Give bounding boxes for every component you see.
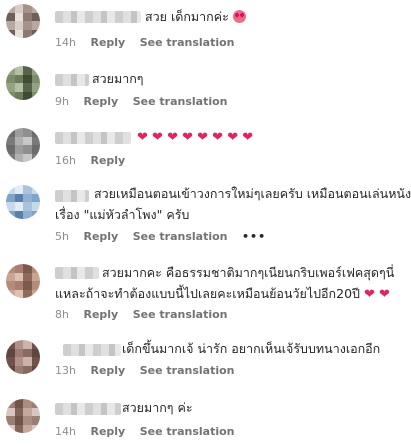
avatar-pixel xyxy=(31,29,40,38)
see-translation-link[interactable]: See translation xyxy=(140,364,235,377)
heart-emoji-icon: ❤ xyxy=(167,130,183,145)
heart-emoji-icon: ❤ xyxy=(212,130,228,145)
comment-text-line-2: เรื่อง "แม่หัวลำโพง" ครับ xyxy=(55,207,190,222)
reply-button[interactable]: Reply xyxy=(90,364,125,377)
comment-text-line-1: สวยมากคะ คือธรรมชาติมากๆเนียนกริบเพอร์เฟ… xyxy=(102,265,395,280)
reply-button[interactable]: Reply xyxy=(90,154,125,167)
heart-emoji-icon: ❤ xyxy=(182,130,198,145)
hearts-row: ❤ ❤ ❤ ❤ ❤ ❤ ❤ ❤ xyxy=(137,126,253,148)
reply-button[interactable]: Reply xyxy=(83,308,118,321)
heart-eyes-emoji-icon xyxy=(232,10,246,23)
avatar[interactable] xyxy=(6,340,40,374)
see-translation-link[interactable]: See translation xyxy=(133,308,228,321)
comment-text: สวยมากๆ xyxy=(92,71,144,86)
comment-time: 8h xyxy=(55,308,69,321)
avatar[interactable] xyxy=(6,66,40,100)
hearts-inline: ❤ ❤ xyxy=(363,286,390,302)
heart-emoji-icon: ❤ xyxy=(137,130,153,145)
see-translation-link[interactable]: See translation xyxy=(140,36,235,49)
heart-emoji-icon: ❤ xyxy=(363,287,379,302)
comment-time: 13h xyxy=(55,364,76,377)
heart-emoji-icon: ❤ xyxy=(378,287,390,302)
avatar[interactable] xyxy=(6,264,40,298)
reply-button[interactable]: Reply xyxy=(83,95,118,108)
reply-button[interactable]: Reply xyxy=(90,425,125,438)
username-blurred[interactable] xyxy=(55,267,99,279)
username-blurred[interactable] xyxy=(55,190,89,202)
more-options-icon[interactable]: ••• xyxy=(242,230,266,243)
avatar-pixel xyxy=(31,91,40,100)
username-blurred[interactable] xyxy=(55,11,141,23)
heart-emoji-icon: ❤ xyxy=(227,130,243,145)
heart-emoji-icon: ❤ xyxy=(152,130,168,145)
avatar[interactable] xyxy=(6,399,40,433)
username-blurred[interactable] xyxy=(55,403,121,415)
username-blurred[interactable] xyxy=(55,132,131,144)
username-blurred[interactable] xyxy=(55,74,89,86)
comment-time: 9h xyxy=(55,95,69,108)
comment-time: 5h xyxy=(55,230,69,243)
comment-text-line-2: แหละถ้าจะทำต้องแบบนี้ไปเลยคะเหมือนย้อนวั… xyxy=(55,286,360,301)
see-translation-link[interactable]: See translation xyxy=(133,230,228,243)
avatar[interactable] xyxy=(6,128,40,162)
avatar[interactable] xyxy=(6,185,40,219)
reply-button[interactable]: Reply xyxy=(83,230,118,243)
comment-text: สวย เด็กมากค่ะ xyxy=(145,9,229,24)
avatar-pixel xyxy=(31,289,40,298)
username-blurred[interactable] xyxy=(63,344,121,356)
see-translation-link[interactable]: See translation xyxy=(140,425,235,438)
avatar-pixel xyxy=(31,153,40,162)
avatar-pixel xyxy=(31,210,40,219)
comment-time: 14h xyxy=(55,425,76,438)
comment-text-line-1: สวยเหมือนตอนเข้าวงการใหม่ๆเลยครับ เหมือน… xyxy=(94,186,411,201)
comment-text: สวยมากๆ ค่ะ xyxy=(122,400,193,415)
avatar-pixel xyxy=(31,424,40,433)
see-translation-link[interactable]: See translation xyxy=(133,95,228,108)
heart-emoji-icon: ❤ xyxy=(242,130,254,145)
comment-time: 16h xyxy=(55,154,76,167)
comment-text: เด็กขึ้นมากเจ้ น่ารัก อยากเห็นเจ้รับบทนา… xyxy=(122,341,381,356)
reply-button[interactable]: Reply xyxy=(90,36,125,49)
comment-time: 14h xyxy=(55,36,76,49)
avatar-pixel xyxy=(31,365,40,374)
heart-emoji-icon: ❤ xyxy=(197,130,213,145)
avatar[interactable] xyxy=(6,4,40,38)
